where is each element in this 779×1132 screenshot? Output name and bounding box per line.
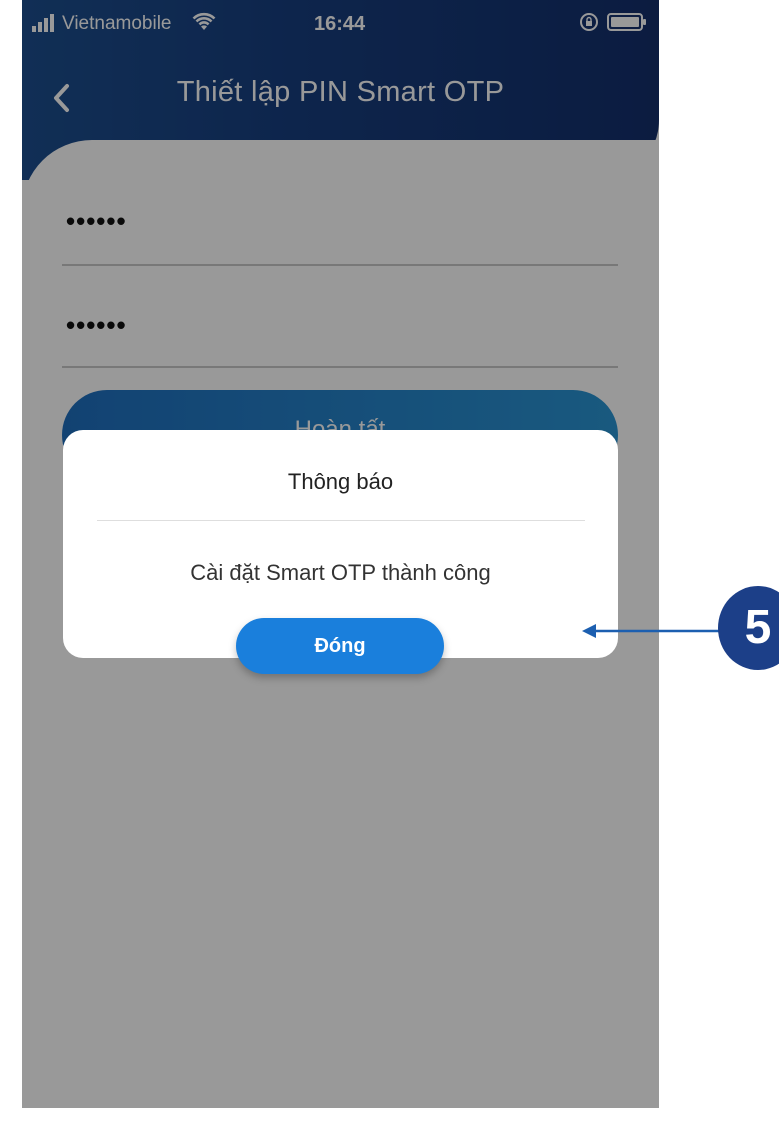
close-button[interactable]: Đóng bbox=[236, 618, 444, 674]
notification-dialog: Thông báo Cài đặt Smart OTP thành công Đ… bbox=[63, 430, 618, 674]
dialog-title: Thông báo bbox=[287, 469, 394, 494]
callout-arrow-icon bbox=[582, 624, 720, 638]
screenshot-stage: Vietnamobile 16:44 Thiết lập PIN Smart O… bbox=[0, 0, 779, 1132]
dialog-message: Cài đặt Smart OTP thành công bbox=[190, 560, 491, 585]
dialog-divider bbox=[97, 520, 585, 521]
step-number-badge: 5 bbox=[718, 586, 779, 670]
